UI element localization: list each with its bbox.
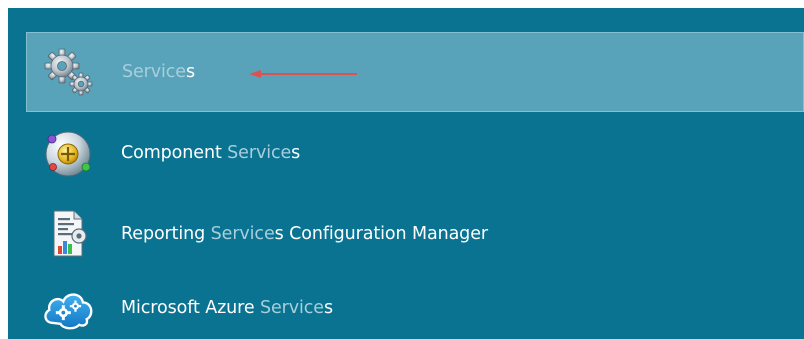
gears-icon — [41, 44, 97, 100]
search-result-services[interactable]: Services — [26, 32, 804, 112]
search-result-reporting-services-config[interactable]: Reporting Services Configuration Manager — [26, 192, 804, 276]
result-label: Services — [122, 62, 196, 82]
match-highlight: Service — [227, 143, 292, 163]
component-services-icon — [40, 125, 96, 181]
result-label: Reporting Services Configuration Manager — [121, 224, 488, 244]
search-result-azure-services[interactable]: Microsoft Azure Services — [26, 276, 804, 339]
match-highlight: Service — [122, 62, 186, 82]
search-result-component-services[interactable]: Component Services — [26, 114, 804, 192]
annotation-arrow — [249, 70, 357, 78]
result-label: Component Services — [121, 143, 301, 163]
match-highlight: Service — [210, 224, 275, 244]
azure-cloud-gear-icon — [40, 280, 96, 336]
search-results-panel: Services Component Services Reporting Se… — [8, 8, 804, 339]
report-config-icon — [40, 206, 96, 262]
match-highlight: Service — [260, 297, 324, 318]
result-label: Microsoft Azure Services — [121, 297, 334, 318]
